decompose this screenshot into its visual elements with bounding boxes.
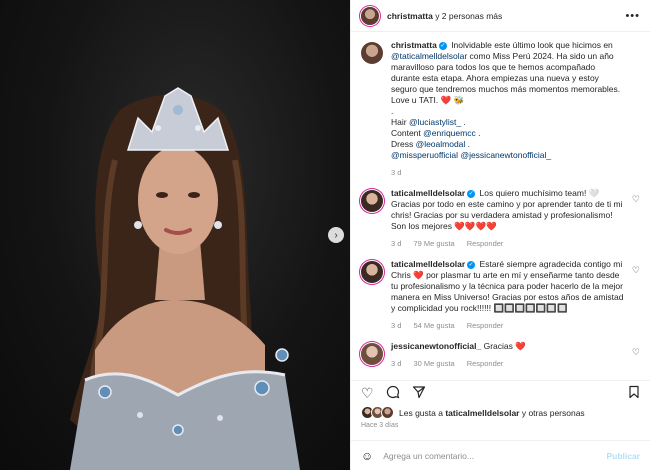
post-date: Hace 3 días — [361, 422, 399, 429]
mention-link[interactable]: @leoalmodal — [416, 139, 466, 149]
mention-link[interactable]: @enriquemcc — [423, 128, 476, 138]
comment-input[interactable]: Agrega un comentario... — [383, 451, 606, 461]
verified-icon: ✓ — [467, 260, 476, 269]
comment: taticalmelldelsolar ✓ Estaré siempre agra… — [361, 259, 640, 331]
timestamp: 3 d — [391, 359, 402, 368]
post-header: christmatta y 2 personas más ••• — [351, 0, 650, 32]
avatar[interactable] — [361, 261, 383, 283]
comment: jessicanewtonofficial_ Gracias ❤️ 3 d 30 … — [361, 341, 640, 369]
post-image — [70, 87, 300, 470]
mention-link[interactable]: @taticalmelldelsolar — [391, 51, 467, 61]
caption: christmatta ✓ Inolvidable este último loo… — [361, 40, 640, 178]
comment-username[interactable]: jessicanewtonofficial_ — [391, 341, 481, 351]
like-count[interactable]: 54 Me gusta — [413, 320, 454, 331]
comment: taticalmelldelsolar ✓ Los quiero muchísim… — [361, 188, 640, 249]
post-photo[interactable]: › — [0, 0, 350, 470]
reply-button[interactable]: Responder — [467, 320, 504, 331]
heart-icon[interactable]: ♡ — [361, 385, 374, 402]
heart-icon[interactable]: ♡ — [632, 347, 640, 358]
bookmark-icon[interactable] — [628, 385, 640, 402]
avatar[interactable] — [361, 6, 379, 25]
caption-username[interactable]: christmatta — [391, 40, 437, 50]
heart-icon[interactable]: ♡ — [632, 265, 640, 276]
comment-username[interactable]: taticalmelldelsolar — [391, 188, 465, 198]
comment-icon[interactable] — [386, 385, 400, 402]
reply-button[interactable]: Responder — [467, 358, 504, 369]
caption-text: christmatta ✓ Inolvidable este último loo… — [391, 40, 621, 177]
timestamp: 3 d — [391, 321, 402, 330]
action-bar: ♡ — [351, 380, 650, 406]
comment-username[interactable]: taticalmelldelsolar — [391, 259, 465, 269]
mention-link[interactable]: @luciastylist_ — [409, 117, 461, 127]
like-count[interactable]: 30 Me gusta — [413, 358, 454, 369]
ellipsis-icon[interactable]: ••• — [625, 10, 640, 22]
verified-icon: ✓ — [438, 41, 447, 50]
avatar — [381, 406, 394, 419]
chevron-right-icon[interactable]: › — [328, 227, 344, 243]
mention-link[interactable]: @missperuofficial — [391, 150, 458, 160]
post-side-panel: christmatta y 2 personas más ••• christm… — [350, 0, 650, 470]
likes-summary[interactable]: Les gusta a taticalmelldelsolar y otras … — [361, 406, 640, 419]
reply-button[interactable]: Responder — [467, 238, 504, 249]
verified-icon: ✓ — [467, 189, 476, 198]
emoji-icon[interactable]: ☺ — [361, 449, 373, 463]
avatar[interactable] — [361, 42, 383, 64]
share-icon[interactable] — [412, 385, 426, 402]
like-count[interactable]: 79 Me gusta — [413, 238, 454, 249]
mention-link[interactable]: @jessicanewtonofficial_ — [460, 150, 551, 160]
avatar[interactable] — [361, 343, 383, 365]
heart-icon[interactable]: ♡ — [632, 194, 640, 205]
timestamp: 3 d — [391, 168, 402, 177]
timestamp: 3 d — [391, 239, 402, 248]
avatar[interactable] — [361, 190, 383, 212]
header-username[interactable]: christmatta y 2 personas más — [387, 11, 625, 21]
publish-button[interactable]: Publicar — [606, 451, 640, 461]
comments-list[interactable]: christmatta ✓ Inolvidable este último loo… — [351, 40, 650, 375]
add-comment-bar: ☺ Agrega un comentario... Publicar — [351, 440, 650, 470]
